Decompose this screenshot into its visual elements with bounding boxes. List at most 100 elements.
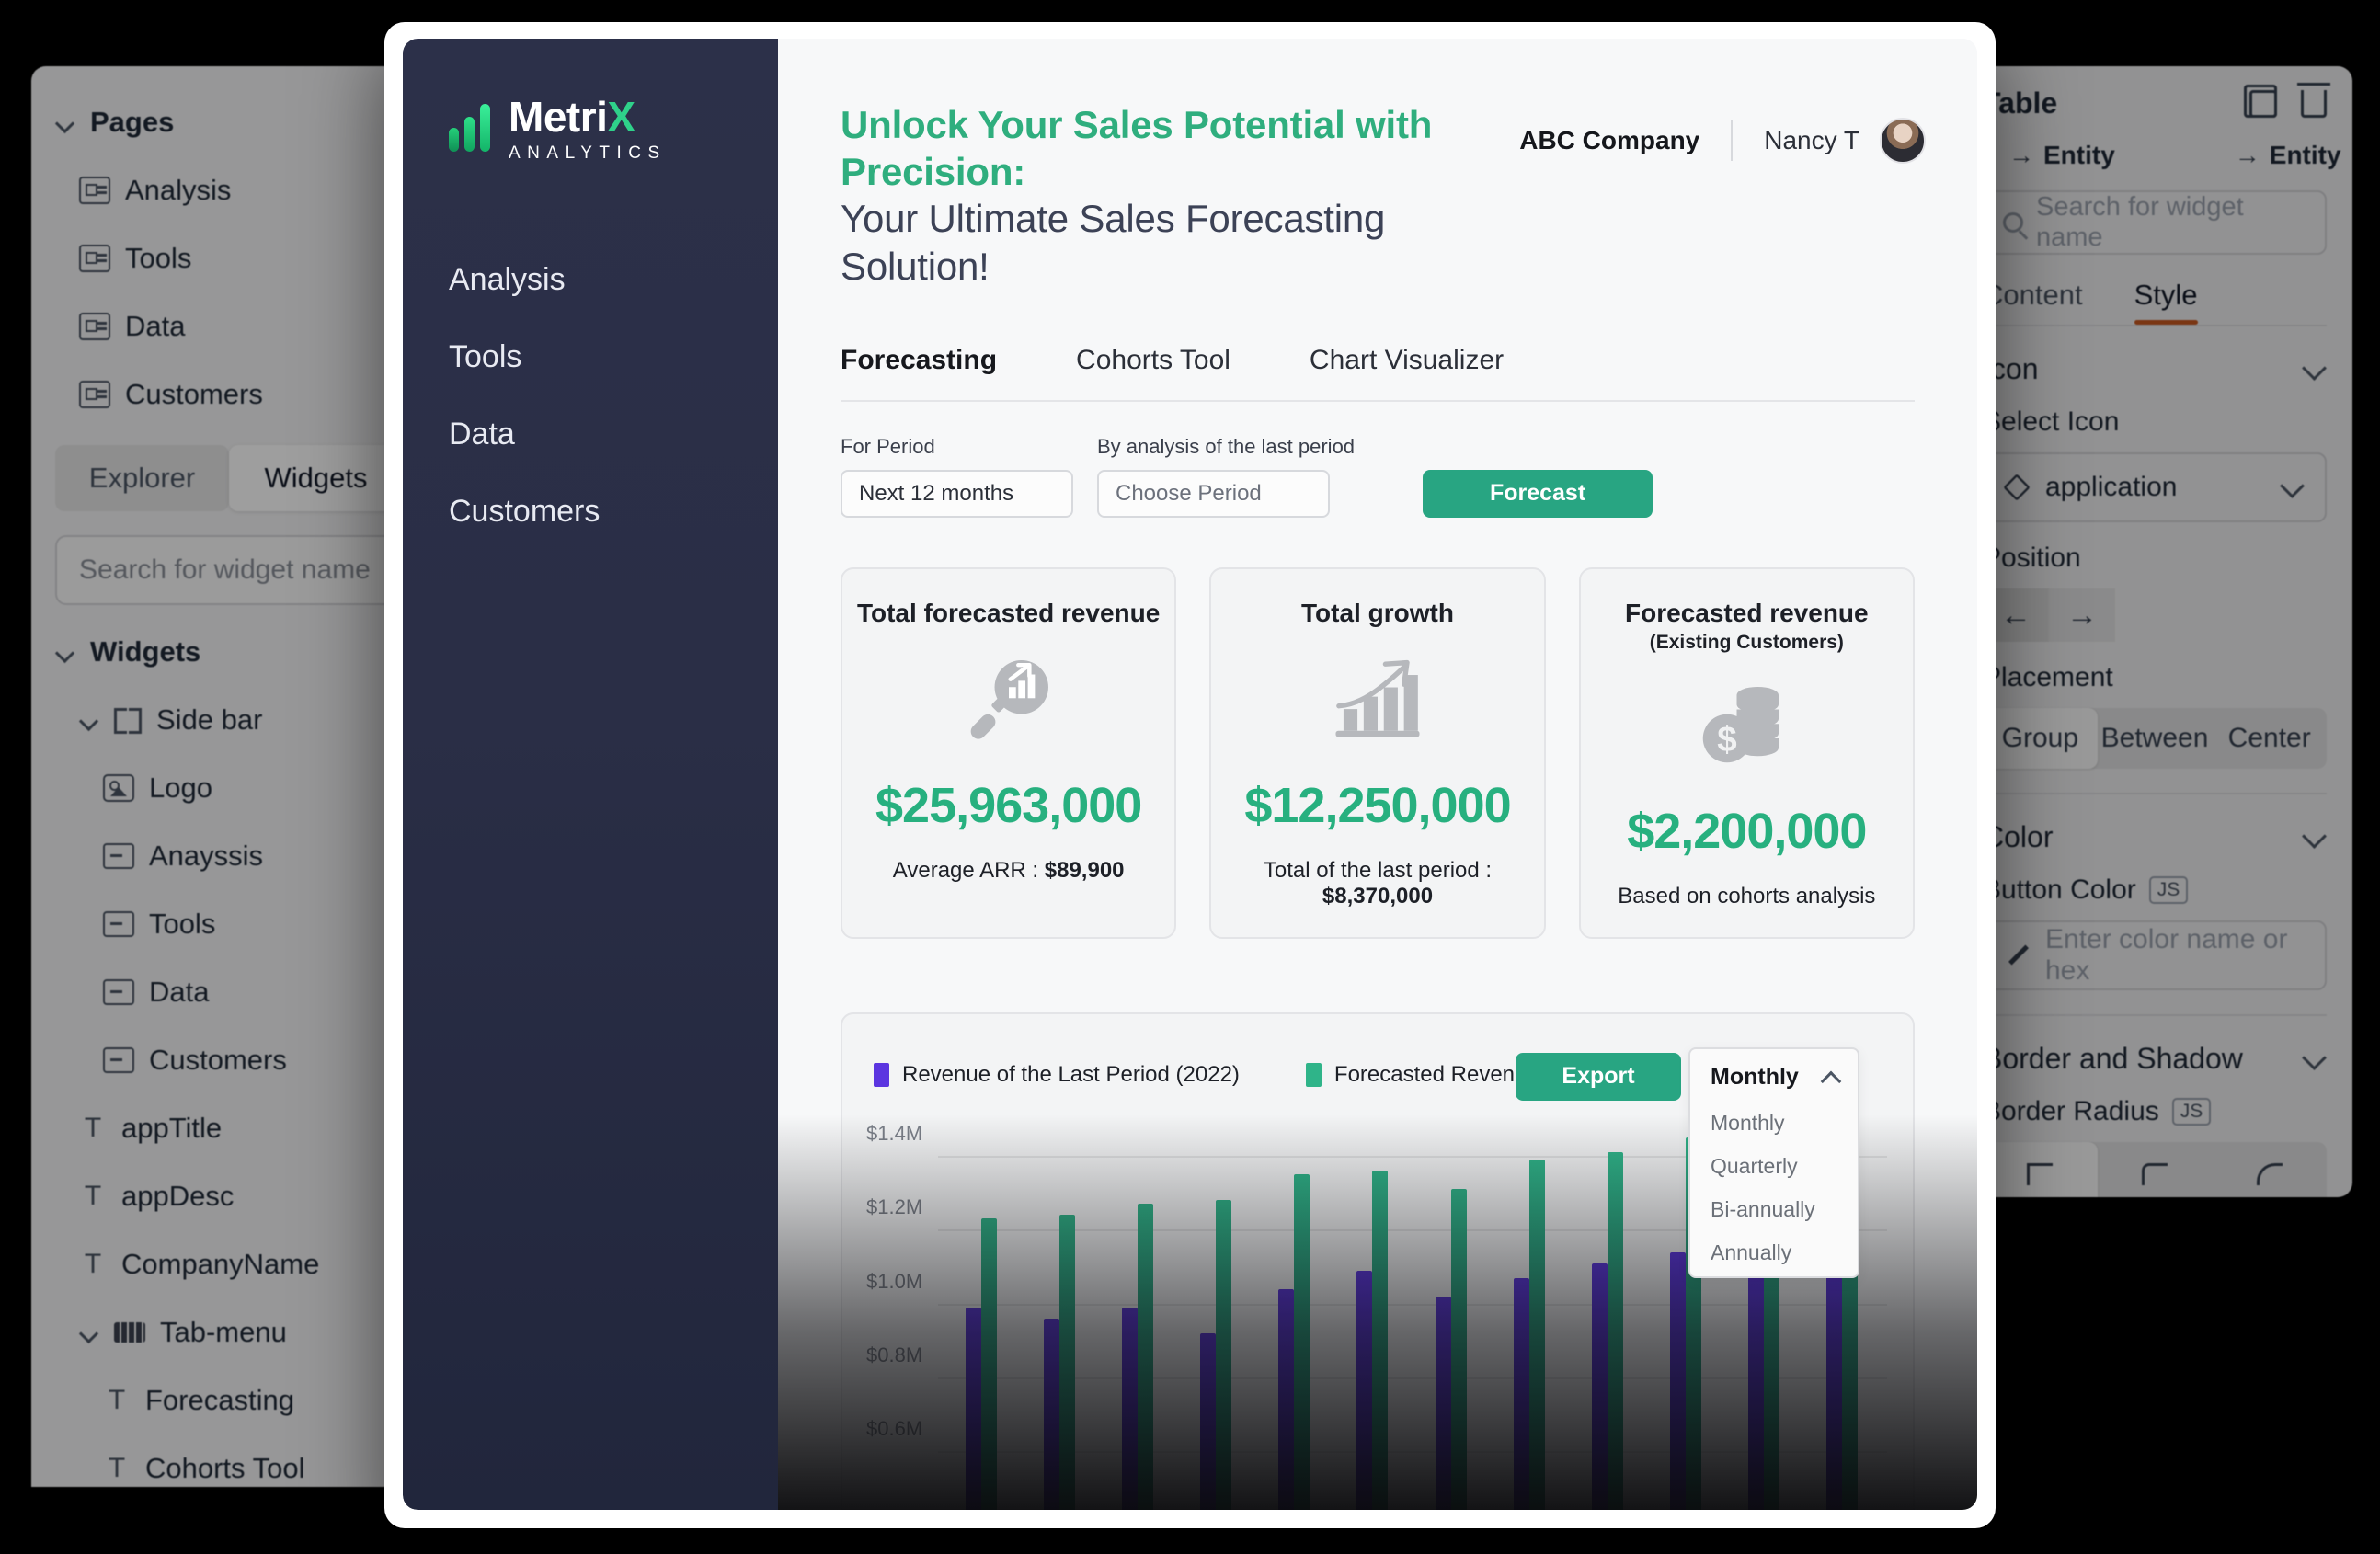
tab-cohorts-tool[interactable]: Cohorts Tool xyxy=(1076,345,1230,376)
widget-item-apptitle[interactable]: T appTitle xyxy=(55,1094,403,1162)
chart-bar-last-period[interactable] xyxy=(1592,1263,1608,1510)
duplicate-icon[interactable] xyxy=(2249,90,2277,118)
page-item-analysis[interactable]: Analysis xyxy=(55,156,403,224)
radius-small-option[interactable] xyxy=(2098,1142,2213,1197)
placement-toggle[interactable]: Group Between Center xyxy=(1983,708,2327,769)
content-style-tabs[interactable]: Content Style xyxy=(1957,255,2352,325)
chart-bar-last-period[interactable] xyxy=(1200,1333,1216,1510)
widget-item-anayssis[interactable]: Anayssis xyxy=(55,822,403,890)
widget-item-tools[interactable]: Tools xyxy=(55,890,403,958)
chart-bar-last-period[interactable] xyxy=(1670,1252,1686,1510)
app-preview: MetriX ANALYTICS Analysis Tools Data Cus… xyxy=(403,39,1977,1510)
chart-bar-forecast[interactable] xyxy=(1059,1215,1075,1510)
placement-group[interactable]: Group xyxy=(1983,708,2098,769)
dropdown-option-monthly[interactable]: Monthly xyxy=(1690,1113,1858,1134)
radius-none-option[interactable] xyxy=(1983,1142,2098,1197)
page-item-customers[interactable]: Customers xyxy=(55,360,403,428)
chart-bar-group[interactable]: Jun xyxy=(1340,1125,1404,1510)
color-input[interactable]: Enter color name or hex xyxy=(1983,920,2327,990)
pages-group-header[interactable]: Pages xyxy=(55,88,403,156)
chart-bar-forecast[interactable] xyxy=(1608,1152,1623,1510)
section-border-header[interactable]: Border and Shadow xyxy=(1957,1016,2352,1076)
section-icon-header[interactable]: Icon xyxy=(1957,326,2352,386)
tab-style[interactable]: Style xyxy=(2134,279,2198,325)
page-item-tools[interactable]: Tools xyxy=(55,224,403,292)
analysis-period-input[interactable]: Choose Period xyxy=(1097,470,1330,518)
legend-item-last-period[interactable]: Revenue of the Last Period (2022) xyxy=(874,1062,1240,1088)
chart-bar-forecast[interactable] xyxy=(1216,1200,1231,1510)
period-granularity-dropdown[interactable]: Monthly Monthly Quarterly Bi-annually An… xyxy=(1688,1047,1859,1278)
chart-bar-forecast[interactable] xyxy=(1372,1171,1388,1510)
sidebar-item-customers[interactable]: Customers xyxy=(403,473,778,550)
for-period-input[interactable]: Next 12 months xyxy=(841,470,1073,518)
entity-link-right[interactable]: →Entity xyxy=(2235,141,2341,170)
widget-item-customers[interactable]: Customers xyxy=(55,1026,403,1094)
chart-bar-group[interactable]: Mar xyxy=(1105,1125,1170,1510)
widget-item-companyname[interactable]: T CompanyName xyxy=(55,1230,403,1298)
avatar[interactable] xyxy=(1880,118,1926,164)
widget-item-logo[interactable]: Logo xyxy=(55,754,403,822)
dropdown-option-bi-annually[interactable]: Bi-annually xyxy=(1690,1199,1858,1220)
chart-bar-forecast[interactable] xyxy=(1529,1160,1545,1510)
chart-bar-last-period[interactable] xyxy=(1278,1289,1294,1510)
placement-between[interactable]: Between xyxy=(2098,708,2213,769)
tab-forecasting[interactable]: Forecasting xyxy=(841,345,997,376)
placement-center[interactable]: Center xyxy=(2212,708,2327,769)
widget-item-data[interactable]: Data xyxy=(55,958,403,1026)
chart-bar-forecast[interactable] xyxy=(981,1218,997,1510)
export-button[interactable]: Export xyxy=(1516,1053,1681,1101)
chart-bar-group[interactable]: May xyxy=(1262,1125,1326,1510)
chart-bar-group[interactable]: Aug xyxy=(1497,1125,1562,1510)
radius-large-option[interactable] xyxy=(2212,1142,2327,1197)
chart-bar-group[interactable]: Jul xyxy=(1419,1125,1483,1510)
app-logo[interactable]: MetriX ANALYTICS xyxy=(403,83,778,162)
tab-chart-visualizer[interactable]: Chart Visualizer xyxy=(1310,345,1504,376)
right-panel-search-input[interactable]: Search for widget name xyxy=(1983,190,2327,255)
js-badge[interactable]: JS xyxy=(2149,876,2189,904)
chart-bar-group[interactable]: Apr xyxy=(1184,1125,1248,1510)
trash-icon[interactable] xyxy=(2301,90,2327,118)
section-color-header[interactable]: Color xyxy=(1957,794,2352,854)
tab-widgets[interactable]: Widgets xyxy=(229,445,403,511)
explorer-widgets-tabs[interactable]: Explorer Widgets xyxy=(55,445,403,511)
widget-search-input[interactable]: Search for widget name xyxy=(55,535,403,605)
chart-bar-last-period[interactable] xyxy=(1436,1297,1451,1510)
chart-bar-group[interactable]: Sep xyxy=(1575,1125,1640,1510)
chart-bar-last-period[interactable] xyxy=(1748,1249,1764,1510)
js-badge[interactable]: JS xyxy=(2172,1098,2212,1126)
widget-item-sidebar[interactable]: Side bar xyxy=(55,686,403,754)
widget-item-appdesc[interactable]: T appDesc xyxy=(55,1162,403,1230)
page-item-data[interactable]: Data xyxy=(55,292,403,360)
tab-content[interactable]: Content xyxy=(1983,279,2083,325)
chart-bar-last-period[interactable] xyxy=(1514,1278,1529,1510)
chart-bar-last-period[interactable] xyxy=(1356,1271,1372,1510)
forecast-button[interactable]: Forecast xyxy=(1423,470,1653,518)
widget-item-cohorts-tool[interactable]: T Cohorts Tool xyxy=(55,1434,403,1487)
select-icon-dropdown[interactable]: application xyxy=(1983,452,2327,522)
dropdown-option-quarterly[interactable]: Quarterly xyxy=(1690,1156,1858,1177)
tab-explorer[interactable]: Explorer xyxy=(55,445,229,511)
chart-bar-last-period[interactable] xyxy=(966,1308,981,1510)
chart-bar-last-period[interactable] xyxy=(1122,1308,1138,1510)
sidebar-item-analysis[interactable]: Analysis xyxy=(403,241,778,318)
chart-bar-group[interactable]: Jan xyxy=(949,1125,1013,1510)
chart-bar-forecast[interactable] xyxy=(1138,1204,1153,1510)
sidebar-item-tools[interactable]: Tools xyxy=(403,318,778,395)
dropdown-option-annually[interactable]: Annually xyxy=(1690,1242,1858,1263)
arrow-right-icon[interactable]: → xyxy=(2049,588,2115,642)
dropdown-selected[interactable]: Monthly xyxy=(1690,1064,1858,1091)
widget-item-forecasting[interactable]: T Forecasting xyxy=(55,1366,403,1434)
widgets-group-header[interactable]: Widgets xyxy=(55,618,403,686)
entity-link-left[interactable]: →Entity xyxy=(2008,141,2115,170)
position-toggle[interactable]: ← → xyxy=(1983,588,2327,642)
chart-bar-group[interactable]: Feb xyxy=(1027,1125,1092,1510)
chart-bar-last-period[interactable] xyxy=(1044,1319,1059,1510)
widget-item-tabmenu[interactable]: Tab-menu xyxy=(55,1298,403,1366)
eyedropper-icon[interactable] xyxy=(2005,943,2029,967)
sidebar-item-data[interactable]: Data xyxy=(403,395,778,473)
chart-bar-forecast[interactable] xyxy=(1294,1174,1310,1510)
chart-y-tick: $1.0M xyxy=(866,1270,922,1294)
chart-bar-last-period[interactable] xyxy=(1826,1245,1842,1510)
chart-bar-forecast[interactable] xyxy=(1451,1189,1467,1510)
border-radius-toggle[interactable] xyxy=(1983,1142,2327,1197)
